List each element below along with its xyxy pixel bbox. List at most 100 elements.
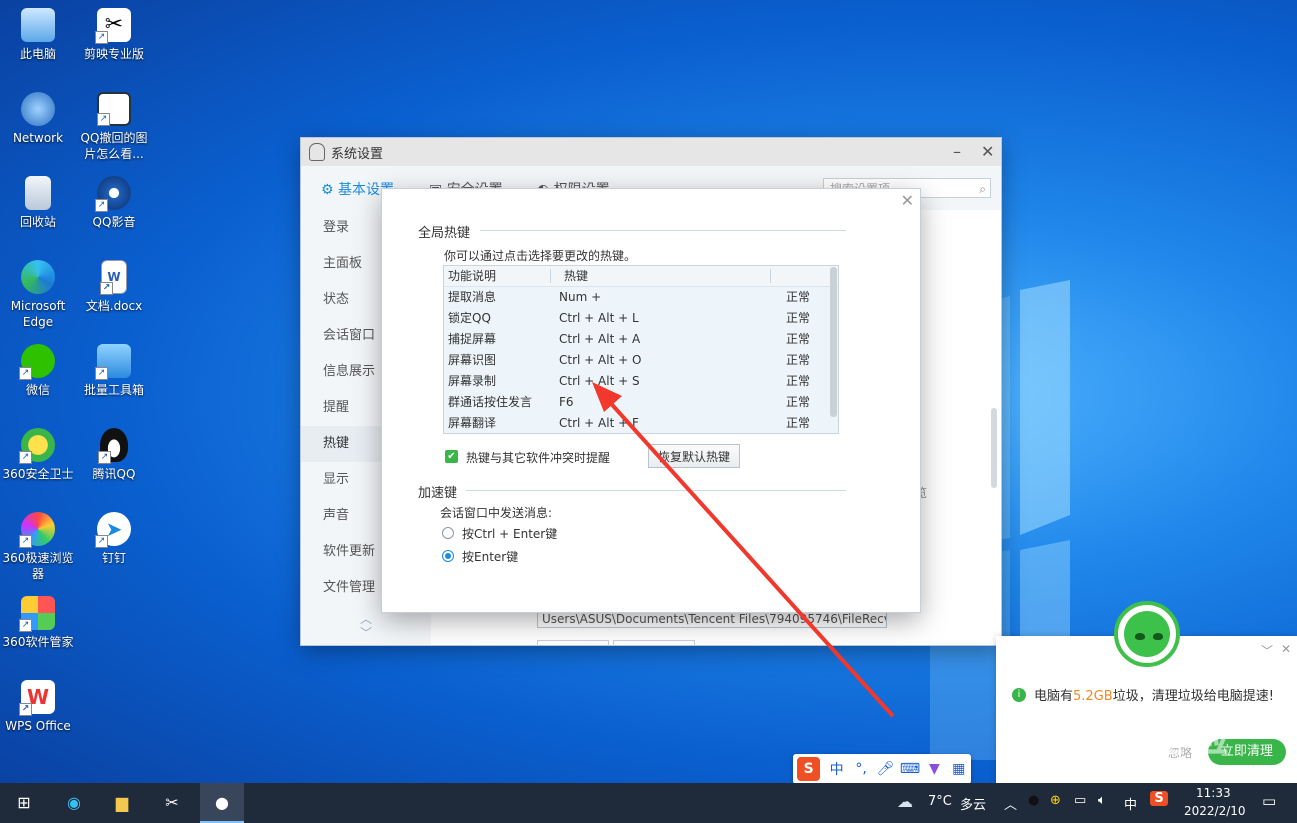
ime-mode-toggle[interactable]: 中 xyxy=(824,759,848,779)
clock-date[interactable]: 2022/2/10 xyxy=(1184,804,1246,818)
desktop-icon-tencent-qq[interactable]: ↗ 腾讯QQ xyxy=(76,428,152,482)
search-icon[interactable]: ⌕ xyxy=(979,179,986,199)
capcut-icon: ✂ ↗ xyxy=(95,8,131,44)
keyboard-icon[interactable]: ⌨ xyxy=(898,761,922,777)
desktop-icon-wechat[interactable]: ↗ 微信 xyxy=(0,344,76,398)
hotkey-settings-dialog: ✕ 全局热键 你可以通过点击选择要更改的热键。 功能说明 热键 提取消息 Num… xyxy=(382,189,920,612)
window-title: 系统设置 xyxy=(331,146,384,162)
column-header-hotkey[interactable]: 热键 xyxy=(564,266,588,286)
desktop-icon-toolbox[interactable]: ↗ 批量工具箱 xyxy=(76,344,152,398)
column-separator xyxy=(770,269,771,283)
radio-enter[interactable] xyxy=(442,550,454,562)
hotkey-table-scrollbar[interactable] xyxy=(830,267,837,417)
computer-icon xyxy=(21,8,55,42)
punctuation-icon[interactable]: °, xyxy=(849,761,873,777)
popup-close-icon[interactable]: ✕ xyxy=(1281,642,1291,656)
open-folder-button[interactable] xyxy=(613,640,695,646)
show-hidden-icons-chevron-icon[interactable]: ︿ xyxy=(1004,794,1017,813)
restore-default-hotkeys-button[interactable]: 恢复默认热键 xyxy=(648,444,740,468)
window-titlebar[interactable]: 系统设置 – ✕ xyxy=(301,138,1001,166)
notification-center-icon[interactable]: ▭ xyxy=(1262,792,1276,810)
desktop-icon-qq-player[interactable]: ↗ QQ影音 xyxy=(76,176,152,230)
column-header-function[interactable]: 功能说明 xyxy=(448,266,496,286)
desktop-icon-360-security[interactable]: ↗ 360安全卫士 xyxy=(0,428,76,482)
skin-shirt-icon[interactable]: ▼ xyxy=(922,761,946,777)
global-hotkey-title: 全局热键 xyxy=(418,226,471,241)
radio-ctrl-enter[interactable] xyxy=(442,527,454,539)
wps-icon: W ↗ xyxy=(19,680,55,716)
input-language-indicator[interactable]: 中 xyxy=(1124,794,1137,813)
desktop-icon-qq-recall-video[interactable]: ↗ QQ撤回的图片怎么看... xyxy=(76,92,152,162)
network-icon xyxy=(21,92,55,126)
sogou-ime-toolbar: S 中 °, 🎤︎ ⌨ ▼ ▦ xyxy=(793,754,971,784)
table-row[interactable]: 屏幕录制 Ctrl + Alt + S 正常 xyxy=(444,371,838,392)
baidu-watermark-url: jingyan.baidu.com xyxy=(1010,752,1195,773)
accelerator-key-title: 加速键 xyxy=(418,486,458,501)
360-software-icon: ↗ xyxy=(19,596,55,632)
conflict-reminder-checkbox[interactable]: ✔ xyxy=(445,450,458,463)
desktop-icon-wps[interactable]: W ↗ WPS Office xyxy=(0,680,76,734)
desktop-icon-360-software[interactable]: ↗ 360软件管家 xyxy=(0,596,76,650)
qq-penguin-icon: ↗ xyxy=(98,428,128,464)
table-row[interactable]: 提取消息 Num + 正常 xyxy=(444,287,838,308)
table-row[interactable]: 捕捉屏幕 Ctrl + Alt + A 正常 xyxy=(444,329,838,350)
hotkey-table: 功能说明 热键 提取消息 Num + 正常 锁定QQ Ctrl + Alt + … xyxy=(443,265,839,434)
hotkey-instruction: 你可以通过点击选择要更改的热键。 xyxy=(444,249,637,263)
weather-description[interactable]: 多云 xyxy=(960,794,986,813)
360-security-icon: ↗ xyxy=(19,428,55,464)
dingtalk-icon: ➤ ↗ xyxy=(95,512,131,548)
table-row[interactable]: 屏幕识图 Ctrl + Alt + O 正常 xyxy=(444,350,838,371)
minimize-button[interactable]: – xyxy=(953,142,961,161)
content-scrollbar[interactable] xyxy=(991,408,997,488)
dialog-close-icon[interactable]: ✕ xyxy=(901,191,914,210)
word-doc-icon: W ↗ xyxy=(100,260,127,295)
desktop-icon-dingtalk[interactable]: ➤ ↗ 钉钉 xyxy=(76,512,152,566)
table-row[interactable]: 屏幕翻译 Ctrl + Alt + F 正常 xyxy=(444,413,838,433)
sogou-logo-icon[interactable]: S xyxy=(797,757,821,781)
sidebar-scroll-arrows-icon[interactable]: ︿ ﹀ xyxy=(301,612,431,640)
close-button[interactable]: ✕ xyxy=(981,142,994,161)
clock-time[interactable]: 11:33 xyxy=(1196,786,1231,800)
taskbar-edge-icon[interactable]: ◉ xyxy=(52,783,96,823)
taskbar-file-explorer-icon[interactable]: ▆ xyxy=(100,783,144,823)
qq-logo-icon xyxy=(309,143,325,161)
section-divider xyxy=(480,230,846,231)
sogou-tray-icon[interactable]: S xyxy=(1150,791,1168,806)
hotkey-table-header: 功能说明 热键 xyxy=(444,266,838,287)
volume-icon[interactable]: 🔈︎ xyxy=(1098,793,1106,808)
table-row[interactable]: 锁定QQ Ctrl + Alt + L 正常 xyxy=(444,308,838,329)
cloud-weather-icon[interactable]: ☁ xyxy=(897,792,913,811)
popup-collapse-icon[interactable]: ﹀ xyxy=(1261,642,1273,659)
desktop-icon-capcut[interactable]: ✂ ↗ 剪映专业版 xyxy=(76,8,152,62)
column-separator xyxy=(550,269,551,283)
toolbox-icon: ↗ xyxy=(95,344,131,380)
desktop-icon-edge[interactable]: Microsoft Edge xyxy=(0,260,76,330)
360-tray-icon[interactable]: ⊕ xyxy=(1050,793,1061,808)
start-button[interactable]: ⊞ xyxy=(2,783,46,823)
qq-tray-icon[interactable]: ● xyxy=(1028,793,1039,808)
radio-enter-label[interactable]: 按Enter键 xyxy=(462,548,518,565)
taskbar-capcut-icon[interactable]: ✂ xyxy=(150,783,194,823)
wechat-icon: ↗ xyxy=(19,344,55,380)
gear-icon: ⚙ xyxy=(321,182,339,198)
table-row[interactable]: 群通话按住发言 F6 正常 xyxy=(444,392,838,413)
browse-button[interactable] xyxy=(537,640,609,646)
microphone-icon[interactable]: 🎤︎ xyxy=(873,761,897,777)
desktop-icon-this-pc[interactable]: 此电脑 xyxy=(0,8,76,62)
desktop-icon-word-doc[interactable]: W ↗ 文档.docx xyxy=(76,260,152,314)
desktop-icon-recycle-bin[interactable]: 回收站 xyxy=(0,176,76,230)
radio-ctrl-enter-label[interactable]: 按Ctrl + Enter键 xyxy=(462,525,557,542)
send-message-label: 会话窗口中发送消息: xyxy=(440,506,553,520)
desktop-icon-network[interactable]: Network xyxy=(0,92,76,146)
360-browser-icon: ↗ xyxy=(19,512,55,548)
edge-icon xyxy=(21,260,55,294)
taskbar-qq-icon[interactable]: ● xyxy=(200,783,244,823)
windows-taskbar: ⊞ ◉ ▆ ✂ ● ☁ 7°C 多云 ︿ ● ⊕ ▭ 🔈︎ 中 S 11:33 … xyxy=(0,783,1297,823)
qq-player-icon: ↗ xyxy=(95,176,131,212)
recycle-bin-icon xyxy=(25,176,51,210)
video-file-icon: ↗ xyxy=(97,92,131,126)
toolbox-grid-icon[interactable]: ▦ xyxy=(947,761,971,777)
network-tray-icon[interactable]: ▭ xyxy=(1074,793,1086,808)
desktop-icon-360-browser[interactable]: ↗ 360极速浏览器 xyxy=(0,512,76,582)
weather-temperature[interactable]: 7°C xyxy=(928,794,952,809)
